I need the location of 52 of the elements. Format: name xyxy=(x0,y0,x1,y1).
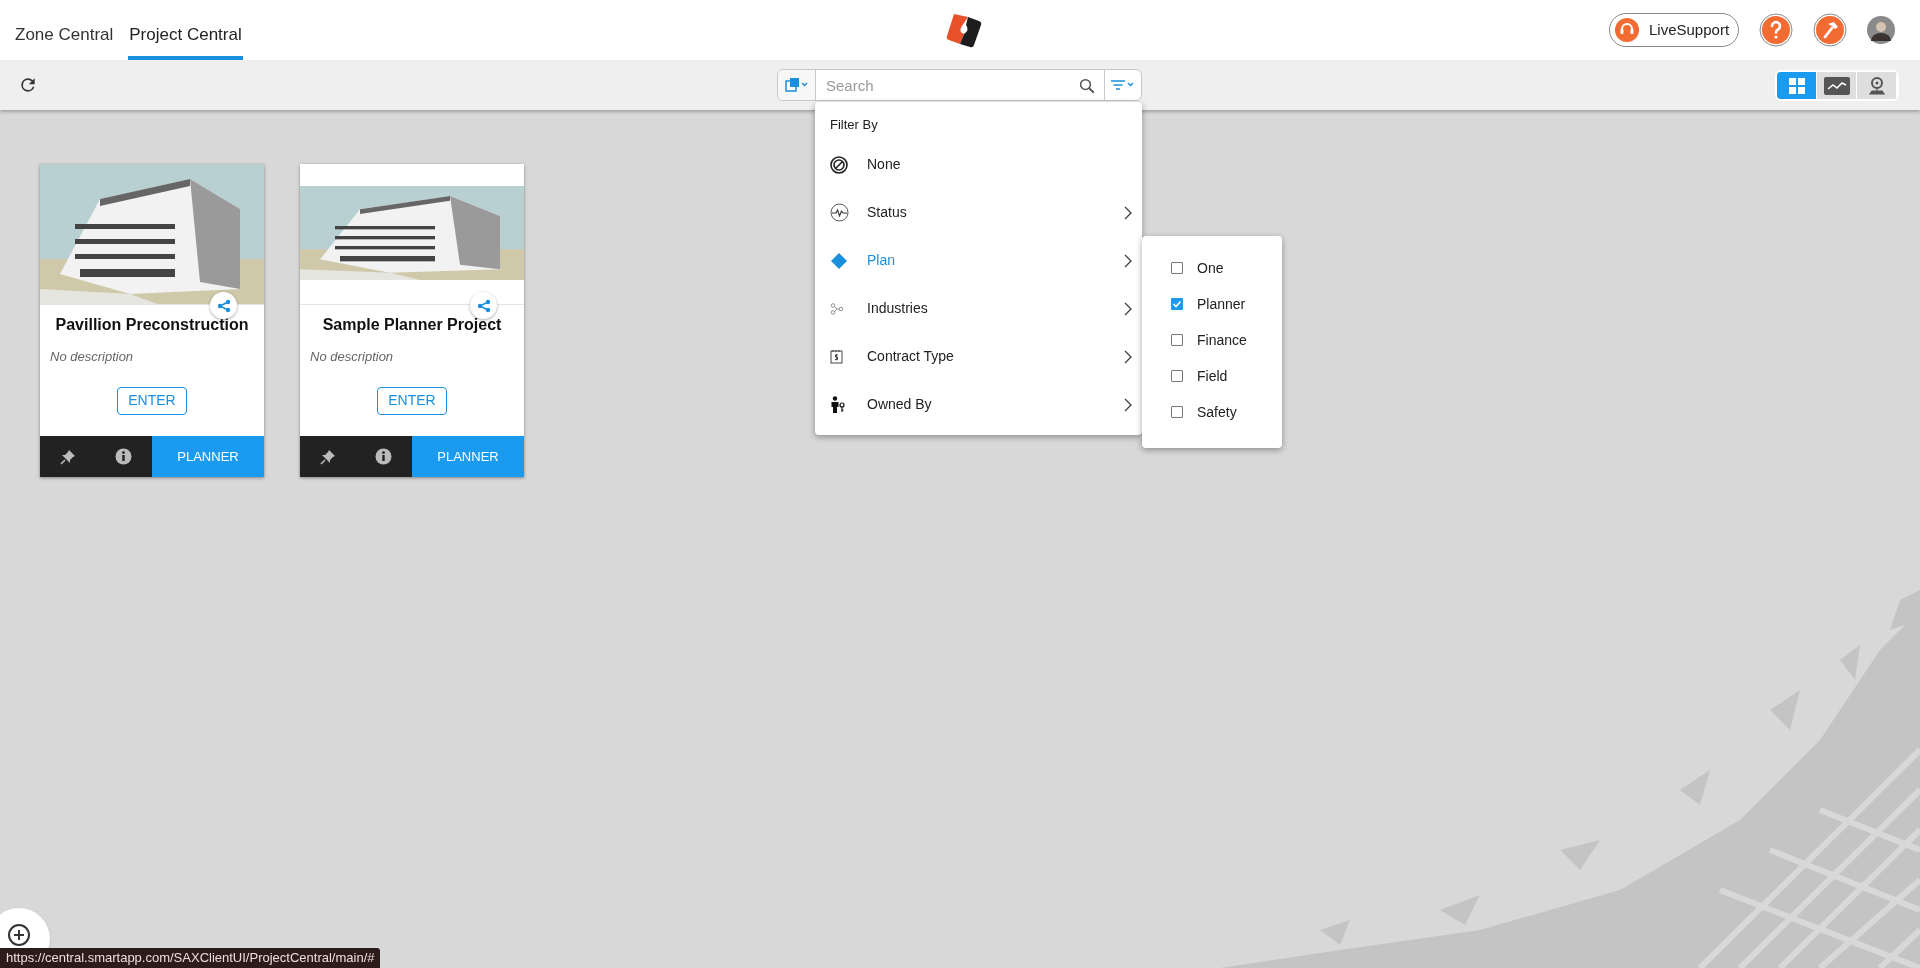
menu-item[interactable]: Contract Type xyxy=(815,332,1142,381)
checkbox-label: One xyxy=(1197,258,1224,278)
refresh-icon[interactable] xyxy=(18,75,38,95)
checkbox[interactable] xyxy=(1171,406,1183,418)
logo-icon xyxy=(946,12,982,48)
checkbox-label: Safety xyxy=(1197,402,1237,422)
help-icon[interactable] xyxy=(1759,13,1793,47)
pulse-icon xyxy=(830,203,849,222)
menu-item[interactable]: Owned By xyxy=(815,380,1142,429)
add-icon xyxy=(8,924,30,946)
filter-icon xyxy=(1109,77,1137,93)
headset-icon xyxy=(1615,18,1639,42)
share-icon xyxy=(216,298,231,313)
nodes-icon xyxy=(830,302,844,315)
layers-icon xyxy=(784,77,809,93)
project-title: Pavillion Preconstruction xyxy=(55,315,249,335)
search-icon[interactable] xyxy=(1078,77,1096,95)
project-description: No description xyxy=(50,348,134,366)
share-button[interactable] xyxy=(210,292,237,319)
status-url-tooltip: https://central.smartapp.com/SAXClientUI/ProjectCentral/main/# xyxy=(0,948,381,968)
layers-dropdown-button[interactable] xyxy=(778,70,816,100)
diamond-icon xyxy=(830,251,848,270)
avatar-icon[interactable] xyxy=(1867,16,1895,44)
checkbox-label: Planner xyxy=(1197,294,1246,314)
project-description: No description xyxy=(310,348,394,366)
checkbox[interactable] xyxy=(1171,298,1183,310)
menu-item[interactable]: Plan xyxy=(815,236,1142,285)
line-chart-icon xyxy=(1823,76,1850,95)
menu-title: Filter By xyxy=(830,116,878,134)
hammer-icon[interactable] xyxy=(1813,13,1847,47)
pin-icon[interactable] xyxy=(59,448,76,465)
info-icon[interactable] xyxy=(115,448,133,465)
pin-icon[interactable] xyxy=(319,448,336,465)
checkbox[interactable] xyxy=(1171,370,1183,382)
project-title: Sample Planner Project xyxy=(322,315,502,335)
grid-icon xyxy=(1787,76,1806,95)
checkbox[interactable] xyxy=(1171,262,1183,274)
share-button[interactable] xyxy=(470,292,497,319)
person-key-icon xyxy=(830,396,845,413)
checkbox[interactable] xyxy=(1171,334,1183,346)
checkbox-label: Field xyxy=(1197,366,1228,386)
view-toggle-button[interactable] xyxy=(1777,72,1817,99)
block-icon xyxy=(830,155,848,174)
tab[interactable]: Zone Central xyxy=(14,21,115,60)
info-icon[interactable] xyxy=(375,448,393,465)
checkbox-label: Finance xyxy=(1197,330,1247,350)
share-icon xyxy=(476,298,491,313)
menu-item[interactable]: None xyxy=(815,140,1142,189)
menu-item[interactable]: Industries xyxy=(815,284,1142,333)
document-dollar-icon xyxy=(830,349,844,364)
menu-item[interactable]: Status xyxy=(815,188,1142,237)
search-bar[interactable]: Search xyxy=(777,69,1142,101)
